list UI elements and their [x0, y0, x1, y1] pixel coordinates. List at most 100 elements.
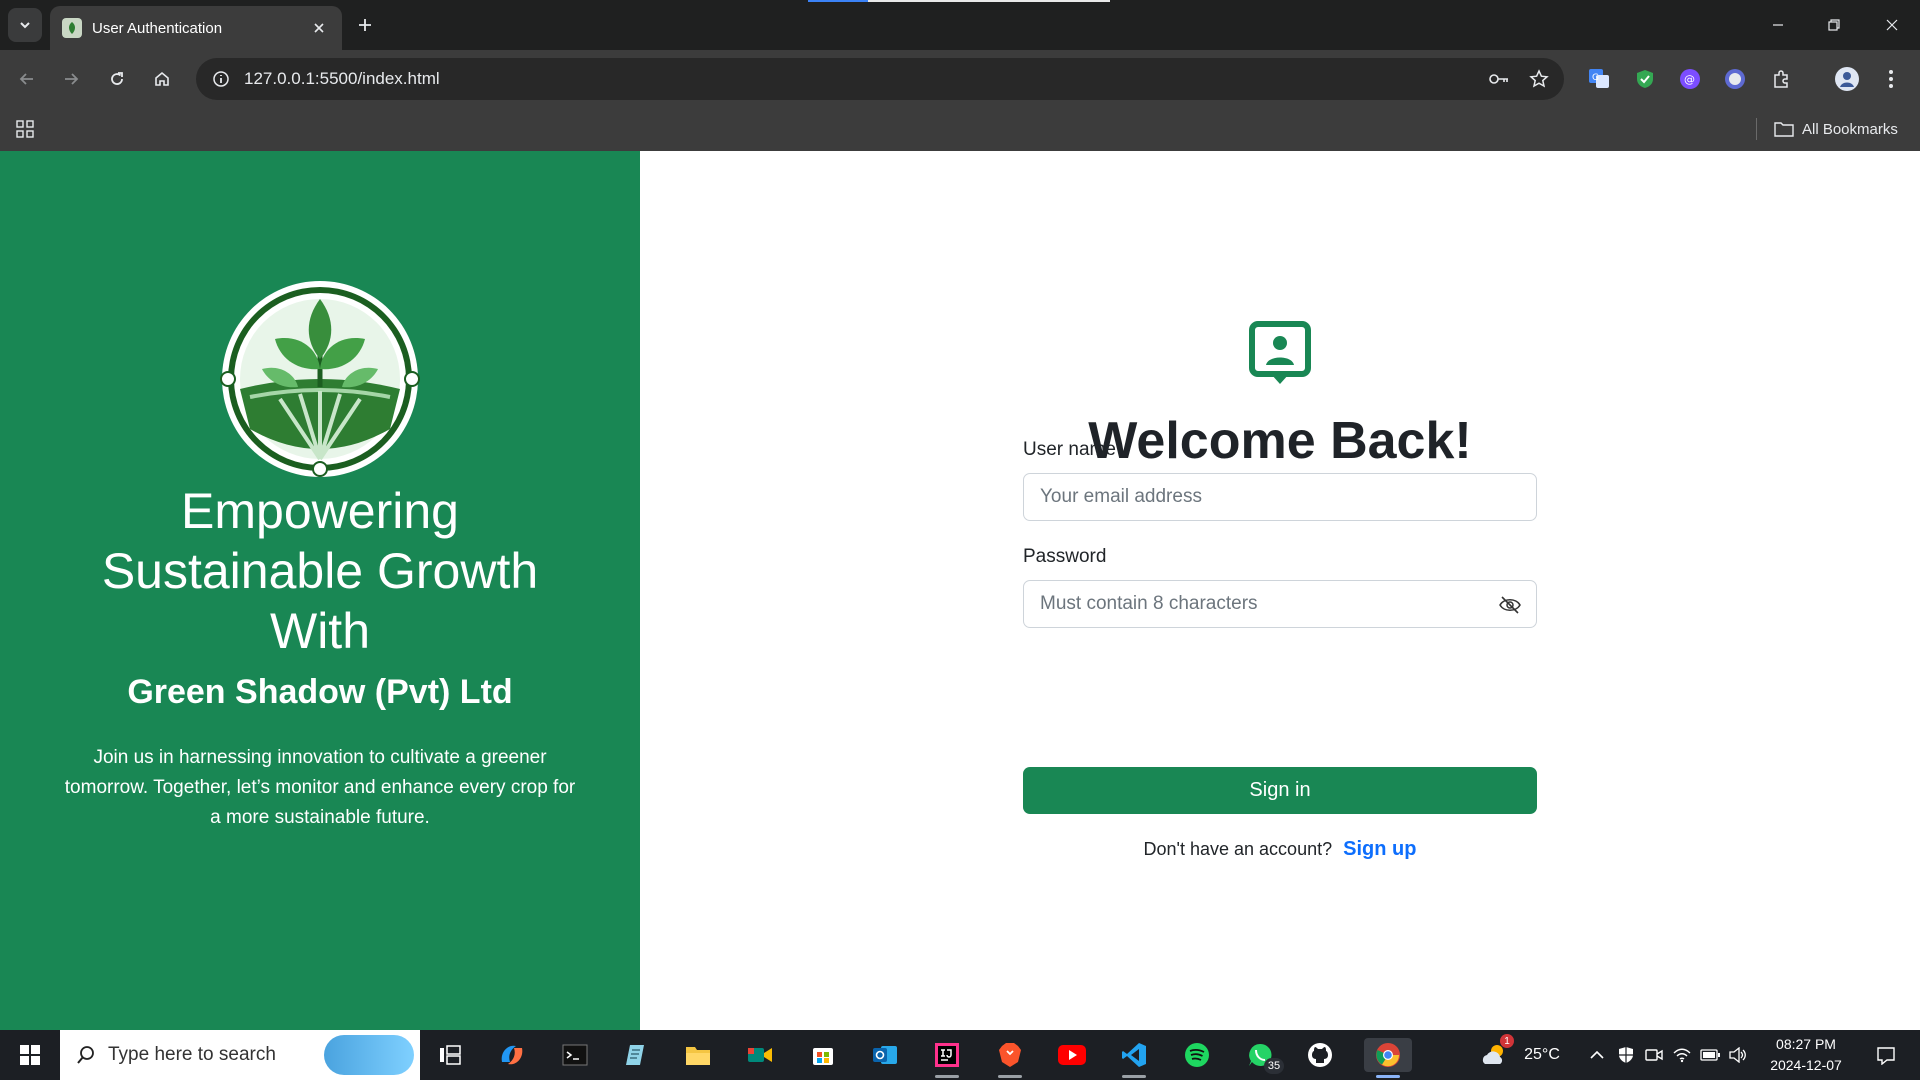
bookmarks-divider — [1756, 118, 1757, 140]
home-button[interactable] — [147, 64, 177, 94]
username-label: User name — [1023, 439, 1116, 460]
volume-icon[interactable] — [1726, 1038, 1750, 1072]
arrow-right-icon — [65, 73, 79, 85]
hero-title: Empowering Sustainable Growth With — [101, 483, 539, 659]
windows-taskbar: Type here to search 35 1 25°C 08:27 PM 2… — [0, 1030, 1920, 1080]
taskbar-search-box[interactable]: Type here to search — [60, 1030, 420, 1080]
password-label: Password — [1023, 546, 1107, 567]
clock-time[interactable]: 08:27 PM — [1754, 1036, 1858, 1052]
chevron-down-icon — [20, 22, 30, 29]
notification-center-icon[interactable] — [1868, 1038, 1904, 1072]
company-name: Green Shadow (Pvt) Ltd — [127, 673, 513, 711]
meet-video-icon[interactable] — [742, 1038, 778, 1072]
purple-extension-icon[interactable]: @ — [1675, 64, 1705, 94]
search-icon — [77, 1046, 94, 1064]
tab-search-button[interactable] — [8, 8, 42, 42]
extensions-puzzle-icon[interactable] — [1766, 64, 1796, 94]
brave-browser-icon[interactable] — [992, 1038, 1028, 1078]
password-placeholder: Must contain 8 characters — [1040, 593, 1258, 614]
shield-extension-icon[interactable] — [1630, 64, 1660, 94]
browser-tab-active[interactable]: User Authentication — [50, 6, 342, 50]
plus-icon — [359, 19, 371, 31]
battery-icon[interactable] — [1698, 1038, 1722, 1072]
apps-grid-icon[interactable] — [12, 116, 38, 142]
hero-description: Join us in harnessing innovation to cult… — [64, 747, 576, 828]
forward-button[interactable] — [56, 64, 86, 94]
svg-text:@: @ — [1684, 73, 1695, 86]
file-explorer-icon[interactable] — [680, 1038, 716, 1072]
temperature-text[interactable]: 25°C — [1516, 1046, 1568, 1064]
url-text[interactable]: 127.0.0.1:5500/index.html — [244, 69, 1484, 89]
vscode-icon[interactable] — [1116, 1038, 1152, 1078]
spotify-icon[interactable] — [1179, 1038, 1215, 1072]
sign-up-link[interactable]: Sign up — [1343, 838, 1416, 860]
github-icon[interactable] — [1302, 1038, 1338, 1072]
hero-panel: Empowering Sustainable Growth With Green… — [0, 151, 640, 1030]
no-account-text: Don't have an account? — [1143, 839, 1333, 859]
circle-extension-icon[interactable] — [1720, 64, 1750, 94]
all-bookmarks-button[interactable]: All Bookmarks — [1774, 116, 1898, 142]
address-bar[interactable]: 127.0.0.1:5500/index.html — [196, 58, 1564, 100]
bookmark-star-icon[interactable] — [1524, 64, 1554, 94]
microsoft-store-icon[interactable] — [805, 1038, 841, 1072]
signup-prompt: Don't have an account? Sign up — [980, 838, 1580, 861]
folder-icon — [1774, 122, 1794, 137]
search-highlight-image — [324, 1035, 414, 1075]
reload-icon — [111, 72, 123, 85]
person-badge-icon — [1249, 321, 1311, 384]
reload-button[interactable] — [102, 64, 132, 94]
home-icon — [155, 71, 169, 86]
weather-alert-badge: 1 — [1500, 1034, 1514, 1048]
clock-date[interactable]: 2024-12-07 — [1754, 1057, 1858, 1073]
close-icon — [1886, 19, 1898, 31]
site-info-icon[interactable] — [206, 64, 236, 94]
restore-icon — [1828, 19, 1840, 31]
copilot-icon[interactable] — [494, 1038, 530, 1072]
loading-indicator — [808, 0, 1110, 2]
show-hidden-icons-chevron-up-icon[interactable] — [1586, 1038, 1608, 1072]
profile-avatar-icon[interactable] — [1832, 64, 1862, 94]
minimize-window-button[interactable] — [1758, 8, 1798, 42]
windows-logo-icon — [20, 1045, 40, 1065]
tab-title: User Authentication — [92, 19, 223, 37]
username-input[interactable]: Your email address — [1023, 473, 1537, 521]
restore-window-button[interactable] — [1814, 8, 1854, 42]
youtube-icon[interactable] — [1054, 1038, 1090, 1072]
eye-slash-icon[interactable] — [1498, 593, 1522, 617]
login-panel: Welcome Back! User name Your email addre… — [640, 151, 1920, 1030]
green-shadow-logo — [220, 281, 420, 477]
close-window-button[interactable] — [1872, 8, 1912, 42]
outlook-icon[interactable] — [867, 1038, 903, 1072]
all-bookmarks-label: All Bookmarks — [1802, 120, 1898, 138]
browser-menu-icon[interactable] — [1876, 64, 1906, 94]
leaf-favicon-icon — [62, 18, 82, 38]
weather-cloudy-icon[interactable]: 1 — [1476, 1034, 1514, 1072]
notepad-icon[interactable] — [618, 1038, 654, 1072]
intellij-idea-icon[interactable] — [929, 1038, 965, 1078]
task-view-icon[interactable] — [432, 1038, 468, 1072]
terminal-icon[interactable] — [557, 1038, 593, 1072]
bookmarks-bar: All Bookmarks — [0, 108, 1920, 151]
search-placeholder: Type here to search — [108, 1044, 276, 1065]
security-shield-icon[interactable] — [1614, 1038, 1638, 1072]
page-content: Empowering Sustainable Growth With Green… — [0, 151, 1920, 1030]
svg-text:G: G — [1592, 73, 1599, 83]
whatsapp-icon[interactable]: 35 — [1242, 1038, 1284, 1074]
password-key-icon[interactable] — [1484, 64, 1514, 94]
sign-in-button[interactable]: Sign in — [1023, 767, 1537, 814]
windows-start-button[interactable] — [12, 1040, 48, 1070]
wifi-icon[interactable] — [1670, 1038, 1694, 1072]
minimize-icon — [1773, 24, 1783, 26]
browser-toolbar: 127.0.0.1:5500/index.html G @ — [0, 50, 1920, 108]
close-tab-icon[interactable] — [308, 17, 330, 39]
arrow-left-icon — [19, 73, 33, 85]
new-tab-button[interactable] — [352, 12, 378, 38]
back-button[interactable] — [12, 64, 42, 94]
translate-extension-icon[interactable]: G — [1584, 64, 1614, 94]
browser-tab-bar: User Authentication — [0, 0, 1920, 50]
chrome-icon[interactable] — [1364, 1038, 1412, 1078]
username-placeholder: Your email address — [1040, 486, 1202, 507]
password-input[interactable]: Must contain 8 characters — [1023, 580, 1537, 628]
meet-now-icon[interactable] — [1642, 1038, 1666, 1072]
whatsapp-unread-badge: 35 — [1264, 1058, 1284, 1074]
